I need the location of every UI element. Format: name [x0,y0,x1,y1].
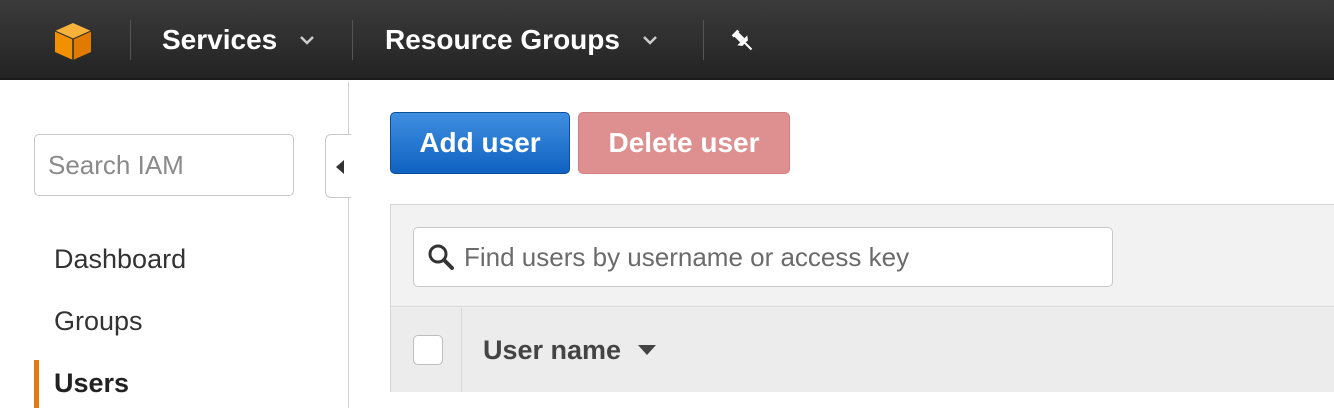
search-iam-input[interactable] [34,134,294,196]
nav-divider [352,20,353,60]
sidebar-item-groups[interactable]: Groups [54,306,143,337]
delete-user-button[interactable]: Delete user [578,112,790,174]
sidebar-item-dashboard[interactable]: Dashboard [54,244,186,275]
column-header-label: User name [483,334,622,365]
table-filter-bar [391,205,1334,307]
chevron-down-icon [643,36,657,45]
column-header-user-name[interactable]: User name [483,308,657,392]
services-label: Services [162,24,278,55]
table-header-row: User name [391,308,1334,392]
services-menu[interactable]: Services [162,0,315,80]
active-item-indicator [34,360,39,408]
column-divider [461,308,462,392]
select-all-checkbox[interactable] [413,335,443,365]
find-users-input[interactable] [462,228,1102,286]
nav-divider [130,20,131,60]
nav-divider [703,20,704,60]
top-navigation-bar: Services Resource Groups [0,0,1334,80]
caret-down-icon [638,345,657,355]
resource-groups-label: Resource Groups [385,24,620,55]
users-table: User name [390,204,1334,392]
aws-cube-icon[interactable] [52,20,94,62]
caret-left-icon [336,160,344,174]
search-icon [428,244,454,270]
sidebar: Dashboard Groups Users [0,82,351,408]
pin-icon[interactable] [728,26,758,56]
find-users-field[interactable] [413,227,1113,287]
resource-groups-menu[interactable]: Resource Groups [385,0,658,80]
add-user-button[interactable]: Add user [390,112,570,174]
chevron-down-icon [300,36,315,45]
sidebar-item-users[interactable]: Users [54,368,129,399]
sidebar-collapse-button[interactable] [325,134,351,198]
